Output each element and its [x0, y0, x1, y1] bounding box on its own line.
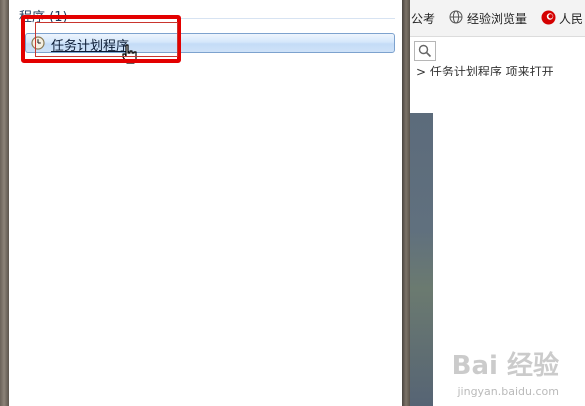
favorite-item-gongkao[interactable]: 公考: [411, 10, 435, 27]
background-browser: 公考 经验浏览量 人民 > 任务计划程序 项来打开 Bai 经验 jingyan…: [410, 0, 585, 406]
people-icon: [541, 10, 556, 25]
search-button[interactable]: [414, 41, 436, 61]
watermark-url: jingyan.baidu.com: [457, 385, 559, 398]
globe-icon: [449, 10, 463, 24]
window-frame-right: [402, 0, 410, 406]
window-frame-left: [0, 0, 9, 406]
favorite-item-renmin[interactable]: 人民: [559, 10, 583, 27]
watermark-logo: Bai 经验: [451, 351, 559, 381]
favorite-item-views[interactable]: 经验浏览量: [467, 10, 527, 27]
article-step-text: > 任务计划程序 项来打开: [416, 65, 554, 76]
start-menu-search-results: 程序 (1) 任务计划程序: [9, 0, 402, 406]
annotation-inner-outline: [35, 22, 178, 57]
article-image: [410, 113, 433, 406]
search-icon: [418, 44, 432, 58]
favorites-bar: 公考 经验浏览量 人民: [410, 0, 585, 37]
